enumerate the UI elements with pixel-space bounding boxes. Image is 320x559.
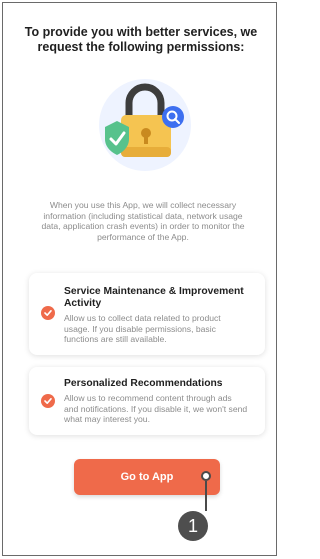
go-to-app-button[interactable]: Go to App — [74, 459, 220, 495]
step-number-badge: 1 — [178, 511, 208, 541]
permission-text-line-2: usage. If you disable permissions, basic — [64, 323, 216, 334]
permission-title-line-1: Personalized Recommendations — [64, 378, 223, 389]
permission-title: Service Maintenance & Improvement Activi… — [64, 286, 253, 310]
collection-description: When you use this App, we will collect n… — [33, 200, 253, 242]
permission-text-line-3: what may interest you. — [64, 414, 150, 424]
permission-text-line-1: Allow us to recommend content through ad… — [64, 393, 232, 403]
page-title: To provide you with better services, we … — [21, 25, 261, 55]
permission-title-line-1: Service Maintenance & Improvement — [64, 286, 244, 297]
permission-text-line-3: functions are still available. — [64, 334, 167, 344]
page-title-line-1: To provide you with better services, we — [24, 25, 258, 39]
permission-card-personalized-recommendations[interactable]: Personalized Recommendations Allow us to… — [29, 367, 265, 435]
permission-title-line-2: Activity — [64, 298, 102, 309]
check-circle-icon[interactable] — [41, 394, 55, 408]
page-title-line-2: request the following permissions: — [37, 40, 245, 54]
permission-screen: To provide you with better services, we … — [2, 2, 277, 556]
permission-description: Allow us to recommend content through ad… — [64, 393, 255, 425]
keyhole-slot — [144, 134, 148, 144]
permission-text-line-2: and notifications. If you disable it, we… — [64, 403, 248, 414]
description-line-2: information (including statistical data,… — [43, 210, 243, 221]
padlock-body-shade — [121, 147, 171, 157]
tap-indicator — [201, 471, 211, 481]
check-mark-glyph — [44, 310, 52, 316]
description-line-3: data, application crash events) in order… — [41, 221, 245, 231]
permission-card-service-maintenance[interactable]: Service Maintenance & Improvement Activi… — [29, 273, 265, 355]
permission-title: Personalized Recommendations — [64, 378, 253, 390]
callout-line — [205, 481, 207, 511]
search-badge — [162, 106, 184, 128]
check-mark-glyph — [44, 398, 52, 404]
description-line-4: performance of the App. — [97, 231, 189, 242]
description-line-1: When you use this App, we will collect n… — [49, 200, 237, 210]
permission-description: Allow us to collect data related to prod… — [64, 313, 255, 345]
permission-text-line-1: Allow us to collect data related to prod… — [64, 313, 221, 323]
check-circle-icon[interactable] — [41, 306, 55, 320]
padlock-illustration-icon — [99, 79, 191, 171]
